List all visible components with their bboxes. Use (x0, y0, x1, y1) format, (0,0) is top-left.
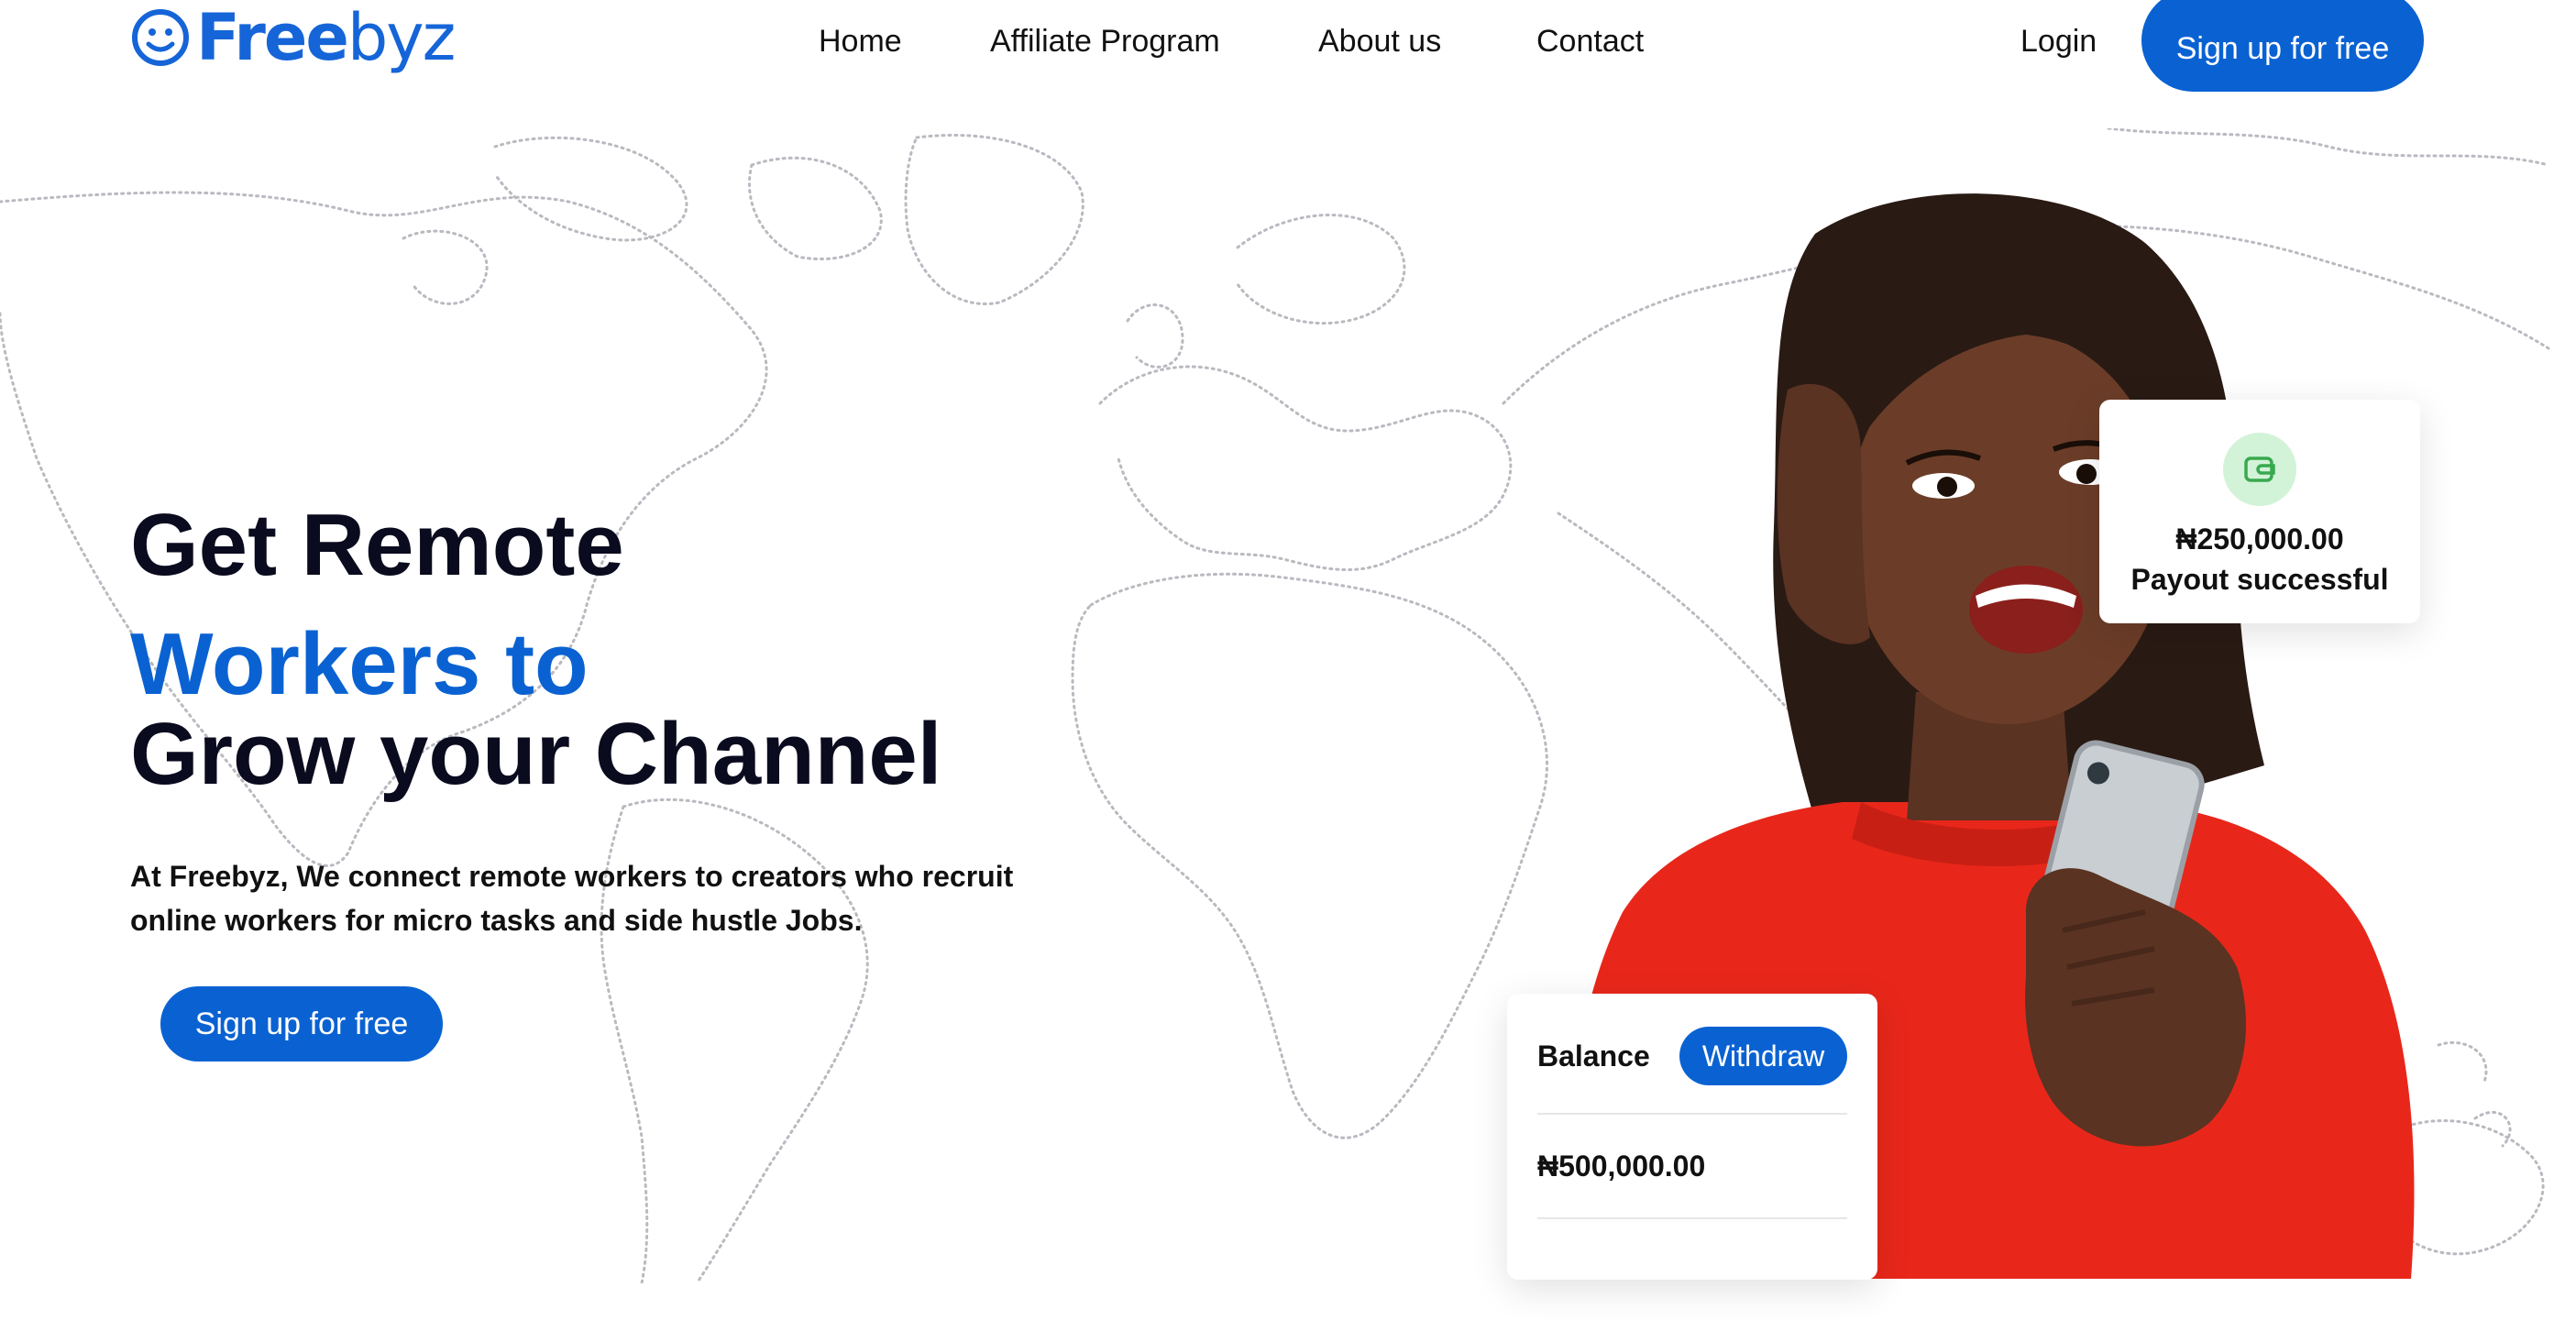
wallet-icon (2244, 456, 2275, 482)
payout-amount: ₦250,000.00 (2175, 522, 2344, 556)
brand-name-light: byz (347, 0, 457, 75)
payout-status: Payout successful (2130, 563, 2389, 596)
hero-title-line-2: Workers to (130, 615, 589, 713)
landing-page: Freebyz Home Affiliate Program About us … (0, 0, 2576, 1320)
brand-name: Freebyz (196, 6, 456, 70)
nav-item-about-us[interactable]: About us (1318, 20, 1441, 62)
wallet-icon-badge (2223, 433, 2296, 506)
divider (1537, 1217, 1847, 1219)
hero-title-line-3: Grow your Channel (130, 705, 942, 803)
header-signup-button[interactable]: Sign up for free (2141, 0, 2424, 92)
nav-item-contact[interactable]: Contact (1536, 20, 1644, 62)
nav-item-home[interactable]: Home (819, 20, 902, 62)
withdraw-button[interactable]: Withdraw (1679, 1027, 1847, 1085)
hero-signup-button[interactable]: Sign up for free (160, 986, 443, 1062)
nav-item-affiliate-program[interactable]: Affiliate Program (990, 20, 1220, 62)
balance-label: Balance (1537, 1040, 1650, 1072)
site-header: Freebyz Home Affiliate Program About us … (0, 0, 2576, 101)
login-link[interactable]: Login (2020, 20, 2097, 62)
hero-title-line-1: Get Remote (130, 496, 624, 594)
payout-notification-card: ₦250,000.00 Payout successful (2099, 400, 2420, 623)
balance-card: Balance Withdraw ₦500,000.00 (1507, 994, 1877, 1280)
brand-name-bold: Free (196, 0, 349, 75)
brand-logo[interactable]: Freebyz (130, 4, 456, 72)
smiley-face-icon (132, 9, 189, 66)
hero-description: At Freebyz, We connect remote workers to… (130, 860, 1014, 937)
divider (1537, 1113, 1847, 1115)
balance-amount: ₦500,000.00 (1537, 1150, 1706, 1182)
